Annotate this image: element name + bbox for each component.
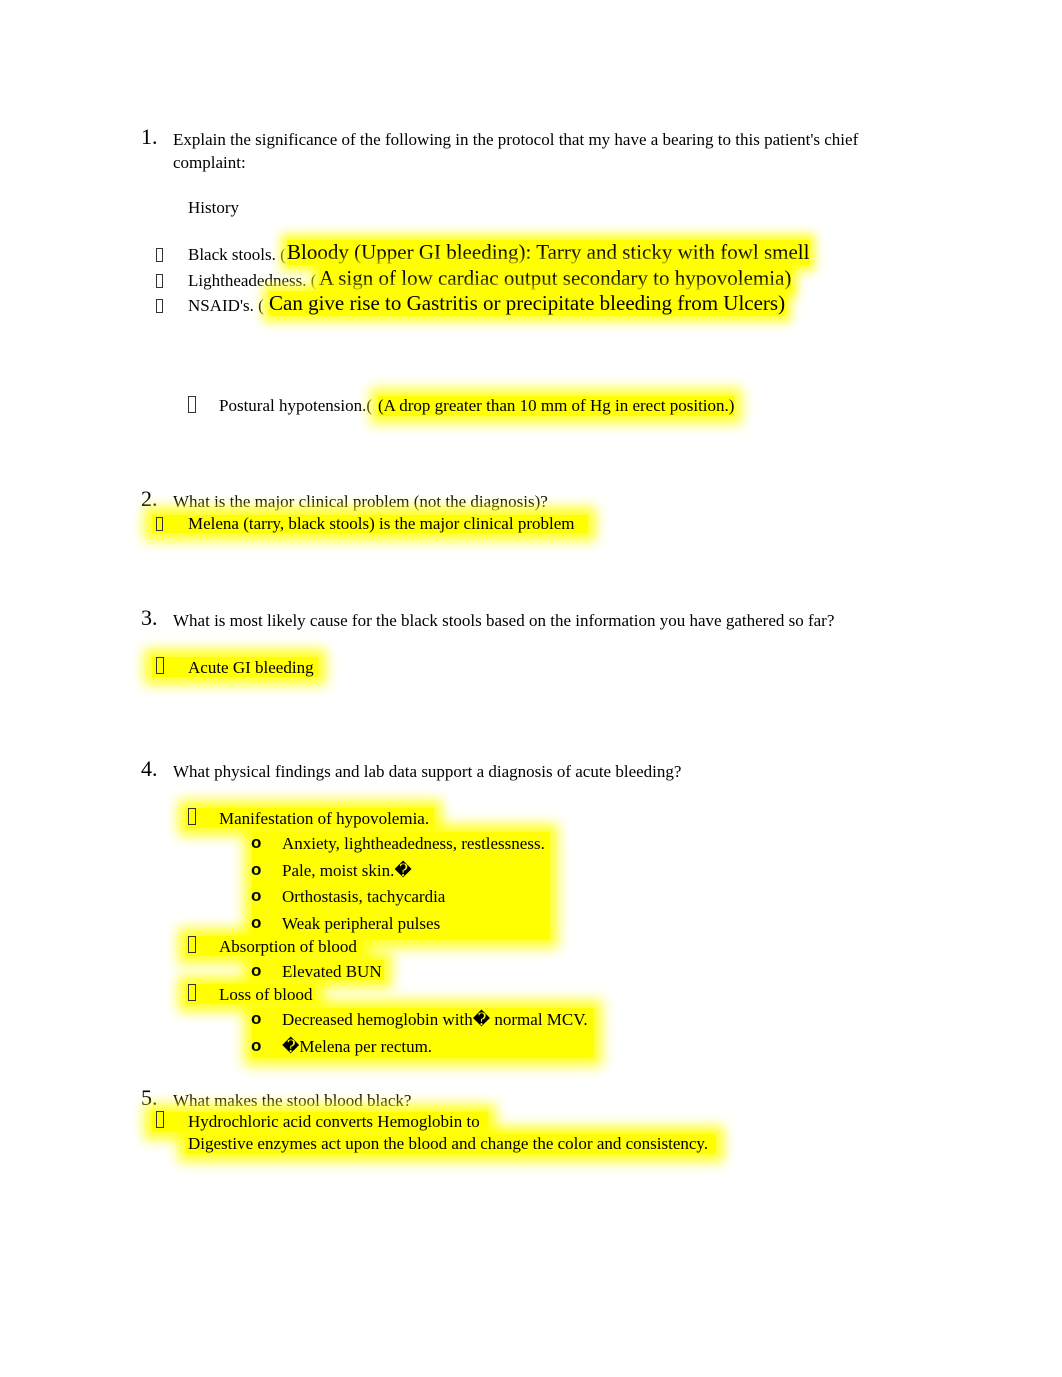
item-label: Postural hypotension.( <box>219 396 372 415</box>
circle-bullet-icon: o <box>251 961 262 980</box>
bullet-icon <box>156 274 163 288</box>
item-answer: (A drop greater than 10 mm of Hg in erec… <box>378 396 735 416</box>
answer-text: Acute GI bleeding <box>188 658 314 677</box>
sub-item-text: �Melena per rectum. <box>282 1037 433 1056</box>
sub-item-text: Weak peripheral pulses <box>282 914 441 933</box>
question-number: 1. <box>141 124 158 149</box>
group-label: Manifestation of hypovolemia. <box>219 809 430 828</box>
bullet-icon <box>156 299 163 313</box>
circle-bullet-icon: o <box>251 860 262 879</box>
question-number: 3. <box>141 605 158 630</box>
sub-item-text: Elevated BUN <box>282 962 382 981</box>
bullet-icon <box>188 984 196 1001</box>
circle-bullet-icon: o <box>251 1009 262 1028</box>
sub-item: o Anxiety, lightheadedness, restlessness… <box>251 833 545 853</box>
circle-bullet-icon: o <box>251 886 262 905</box>
item-answer: Bloody (Upper GI bleeding): Tarry and st… <box>287 240 810 265</box>
answer-text: Melena (tarry, black stools) is the majo… <box>188 514 575 533</box>
bullet-icon <box>188 808 196 825</box>
bullet-icon <box>156 248 163 262</box>
sub-item-text: Decreased hemoglobin with� normal MCV. <box>282 1010 588 1029</box>
question-text: What is most likely cause for the black … <box>173 611 835 630</box>
sub-item: o Orthostasis, tachycardia <box>251 886 445 906</box>
circle-bullet-icon: o <box>251 1036 262 1055</box>
sub-item-text: Pale, moist skin.� <box>282 861 412 880</box>
bullet-icon <box>156 1111 164 1128</box>
circle-bullet-icon: o <box>251 913 262 932</box>
sub-item: o Elevated BUN <box>251 961 382 981</box>
bullet-icon <box>156 657 164 674</box>
group-label: Absorption of blood <box>219 937 357 956</box>
sub-item: o Pale, moist skin.� <box>251 860 412 880</box>
question-text: What physical findings and lab data supp… <box>173 762 682 781</box>
question-text: Explain the significance of the followin… <box>173 130 859 149</box>
sub-item: o Weak peripheral pulses <box>251 913 440 933</box>
item-answer: A sign of low cardiac output secondary t… <box>319 266 792 291</box>
item-label: Black stools. ( <box>188 245 286 264</box>
answer-text: Hydrochloric acid converts Hemoglobin to <box>188 1112 480 1131</box>
bullet-icon <box>188 396 196 413</box>
sub-item-text: Anxiety, lightheadedness, restlessness. <box>282 834 545 853</box>
question-text-cont: complaint: <box>173 153 246 172</box>
circle-bullet-icon: o <box>251 833 262 852</box>
question-text: What is the major clinical problem (not … <box>173 492 548 511</box>
bullet-icon <box>188 936 196 953</box>
item-answer: Can give rise to Gastritis or precipitat… <box>269 291 786 316</box>
sub-item-text: Orthostasis, tachycardia <box>282 887 446 906</box>
bullet-icon <box>156 517 163 531</box>
item-label: Lightheadedness. ( <box>188 271 317 290</box>
item-label: NSAID's. ( <box>188 296 264 315</box>
question-number: 5. <box>141 1085 158 1110</box>
answer-text-cont: Digestive enzymes act upon the blood and… <box>188 1134 709 1153</box>
sub-item: o �Melena per rectum. <box>251 1036 432 1056</box>
question-text: What makes the stool blood black? <box>173 1091 412 1110</box>
sub-item: o Decreased hemoglobin with� normal MCV. <box>251 1009 588 1029</box>
question-number: 2. <box>141 486 158 511</box>
subheading-history: History <box>188 198 239 217</box>
question-number: 4. <box>141 756 158 781</box>
group-label: Loss of blood <box>219 985 313 1004</box>
